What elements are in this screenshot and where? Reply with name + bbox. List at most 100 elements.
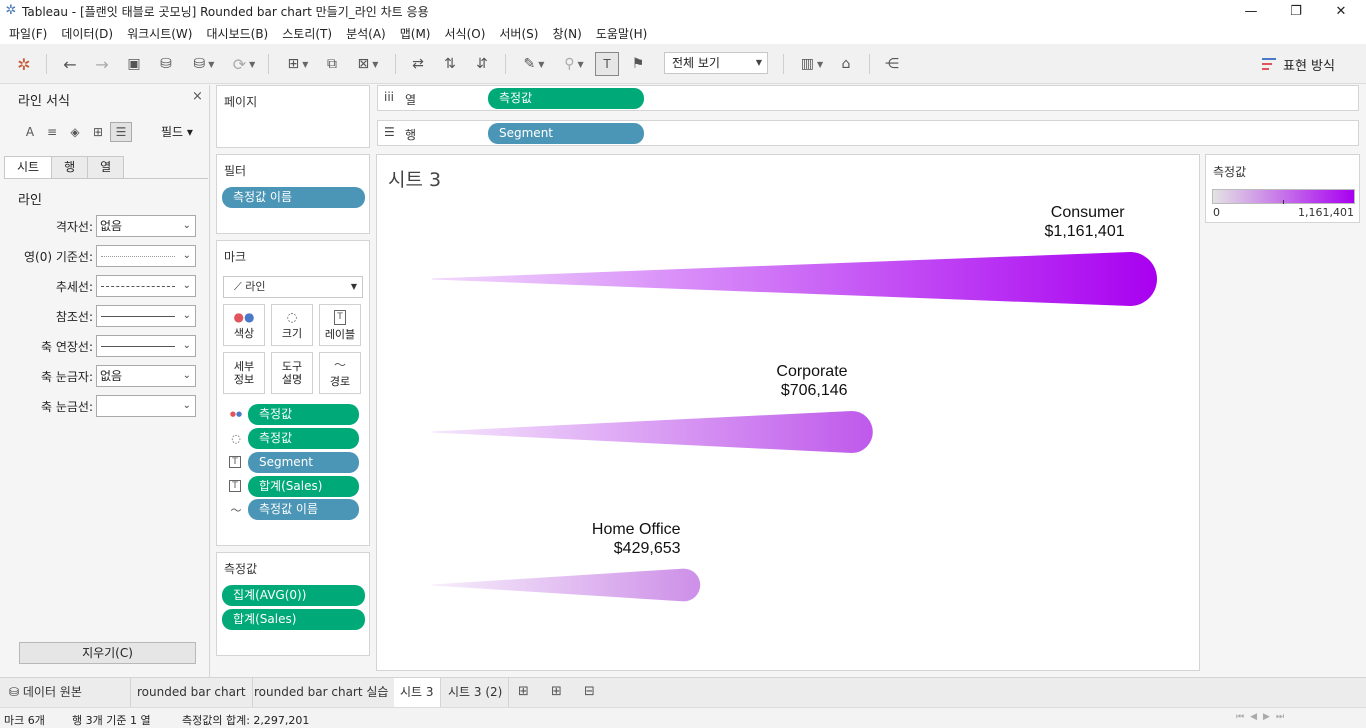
sort-ascending-icon[interactable]: ⇅ <box>438 52 462 76</box>
color-legend[interactable]: 측정값 0 1,161,401 <box>1205 154 1360 223</box>
color-encoding-pill[interactable]: 측정값 <box>248 404 359 425</box>
tab-rounded-bar-chart-practice[interactable]: rounded bar chart 실습 <box>248 678 396 708</box>
clear-button[interactable]: 지우기(C) <box>19 642 196 664</box>
tableau-home-icon[interactable]: ✲ <box>12 52 36 76</box>
minimize-button[interactable]: — <box>1228 0 1274 22</box>
menu-server[interactable]: 서버(S) <box>492 25 545 42</box>
presentation-mode-icon[interactable]: ⌂ <box>834 52 858 76</box>
sort-descending-icon[interactable]: ⇵ <box>470 52 494 76</box>
close-window-button[interactable]: ✕ <box>1318 0 1364 22</box>
tab-sheet[interactable]: 시트 <box>4 156 53 178</box>
restore-button[interactable]: ❐ <box>1273 0 1319 22</box>
new-worksheet-icon[interactable]: ⊞ <box>518 684 529 699</box>
axis-rulers-select[interactable]: ⌄ <box>96 335 196 357</box>
rounded-bar-home-office[interactable] <box>432 568 701 602</box>
duplicate-sheet-icon[interactable]: ⧉ <box>320 52 344 76</box>
label-encoding-pill-segment[interactable]: Segment <box>248 452 359 473</box>
worksheet-view[interactable]: 시트 3 Consumer $1,161,401 Corporate $706,146… <box>376 154 1200 671</box>
tooltip-button[interactable]: 도구 설명 <box>271 352 313 394</box>
fix-axes-icon[interactable]: ⚑ <box>626 52 650 76</box>
show-me-button[interactable]: 표현 방식 <box>1262 53 1335 75</box>
label-button[interactable]: T 레이블 <box>319 304 361 346</box>
path-encoding-icon: 〜 <box>230 504 242 517</box>
bar-label-consumer: Consumer $1,161,401 <box>1045 203 1125 241</box>
menu-format[interactable]: 서식(O) <box>438 25 493 42</box>
path-button[interactable]: 〜 경로 <box>319 352 361 394</box>
measure-pill-avg-zero[interactable]: 집계(AVG(0)) <box>222 585 365 606</box>
alignment-format-icon[interactable]: ≡ <box>43 123 61 141</box>
color-button[interactable]: ●● 색상 <box>223 304 265 346</box>
detail-button[interactable]: 세부 정보 <box>223 352 265 394</box>
reference-lines-select[interactable]: ⌄ <box>96 305 196 327</box>
group-members-icon[interactable]: ⚲ ▼ <box>556 52 592 76</box>
tab-rounded-bar-chart[interactable]: rounded bar chart <box>131 678 253 708</box>
menu-map[interactable]: 맵(M) <box>393 25 438 42</box>
close-icon[interactable]: × <box>192 89 203 104</box>
menu-window[interactable]: 창(N) <box>545 25 588 42</box>
menu-story[interactable]: 스토리(T) <box>275 25 339 42</box>
save-icon[interactable]: ▣ <box>122 52 146 76</box>
new-story-icon[interactable]: ⊟ <box>584 684 595 699</box>
size-button[interactable]: ◌ 크기 <box>271 304 313 346</box>
grid-lines-label: 격자선: <box>55 220 93 234</box>
new-datasource-icon[interactable]: ⛁ <box>154 52 178 76</box>
show-cards-icon[interactable]: ▥ ▼ <box>794 52 830 76</box>
menu-help[interactable]: 도움말(H) <box>589 25 655 42</box>
show-mark-labels-icon[interactable]: T <box>595 52 619 76</box>
rounded-bar-consumer[interactable] <box>432 252 1157 306</box>
font-format-icon[interactable]: A <box>21 123 39 141</box>
menu-analysis[interactable]: 분석(A) <box>339 25 393 42</box>
axis-ticks-select[interactable]: 없음 ⌄ <box>96 365 196 387</box>
redo-icon[interactable]: → <box>90 52 114 76</box>
undo-icon[interactable]: ← <box>58 52 82 76</box>
rounded-bar-corporate[interactable] <box>432 410 873 454</box>
tab-sheet-3-copy[interactable]: 시트 3 (2) <box>442 678 510 708</box>
menu-file[interactable]: 파일(F) <box>2 25 54 42</box>
menu-dashboard[interactable]: 대시보드(B) <box>199 25 275 42</box>
toolbar-separator <box>395 54 396 74</box>
columns-pill-measure-values[interactable]: 측정값 <box>488 88 644 109</box>
filters-card-title: 필터 <box>224 164 247 178</box>
tab-rows[interactable]: 행 <box>51 156 89 178</box>
tab-data-source[interactable]: ⛁ 데이터 원본 <box>0 678 131 708</box>
toolbar-separator <box>869 54 870 74</box>
shading-format-icon[interactable]: ◈ <box>66 123 84 141</box>
new-worksheet-icon[interactable]: ⊞ ▼ <box>280 52 316 76</box>
trend-lines-select[interactable]: ⌄ <box>96 275 196 297</box>
menu-worksheet[interactable]: 워크시트(W) <box>120 25 199 42</box>
columns-shelf[interactable]: iii 열 측정값 <box>377 85 1359 111</box>
refresh-icon[interactable]: ⟳ ▼ <box>226 52 262 76</box>
clear-sheet-icon[interactable]: ⊠ ▼ <box>350 52 386 76</box>
fit-view-select[interactable]: 전체 보기 ▼ <box>664 52 768 74</box>
filter-pill-measure-names[interactable]: 측정값 이름 <box>222 187 365 208</box>
axis-tick-lines-select[interactable]: ⌄ <box>96 395 196 417</box>
path-encoding-pill[interactable]: 측정값 이름 <box>248 499 359 520</box>
legend-max-label: 1,161,401 <box>1298 206 1354 219</box>
swap-rows-columns-icon[interactable]: ⇄ <box>406 52 430 76</box>
size-encoding-pill[interactable]: 측정값 <box>248 428 359 449</box>
lines-format-icon[interactable]: ☰ <box>110 122 132 142</box>
pause-updates-icon[interactable]: ⛁ ▼ <box>186 52 222 76</box>
tab-sheet-3[interactable]: 시트 3 <box>394 678 441 708</box>
pages-card[interactable]: 페이지 <box>216 85 370 148</box>
grid-lines-select[interactable]: 없음 ⌄ <box>96 215 196 237</box>
borders-format-icon[interactable]: ⊞ <box>89 123 107 141</box>
label-encoding-pill-sales[interactable]: 합계(Sales) <box>248 476 359 497</box>
rows-pill-segment[interactable]: Segment <box>488 123 644 144</box>
measure-values-card: 측정값 집계(AVG(0)) 합계(Sales) <box>216 552 370 656</box>
tab-columns[interactable]: 열 <box>87 156 125 178</box>
chevron-down-icon: ▼ <box>755 58 762 67</box>
new-dashboard-icon[interactable]: ⊞ <box>551 684 562 699</box>
share-icon[interactable]: ⋲ <box>880 52 904 76</box>
rows-shelf[interactable]: ☰ 행 Segment <box>377 120 1359 146</box>
mark-type-select[interactable]: ⟋ 라인 ▼ <box>223 276 363 298</box>
measure-pill-sum-sales[interactable]: 합계(Sales) <box>222 609 365 630</box>
menu-data[interactable]: 데이터(D) <box>54 25 120 42</box>
zero-line-select[interactable]: ⌄ <box>96 245 196 267</box>
datasource-icon: ⛁ <box>9 685 23 699</box>
field-dropdown[interactable]: 필드 ▾ <box>161 123 193 140</box>
sheet-nav-arrows-icon[interactable]: ⏮◀▶⏭ <box>1236 712 1290 722</box>
legend-tick <box>1283 200 1284 204</box>
highlight-icon[interactable]: ✎ ▼ <box>516 52 552 76</box>
segment-sales-value: $429,653 <box>613 539 681 557</box>
